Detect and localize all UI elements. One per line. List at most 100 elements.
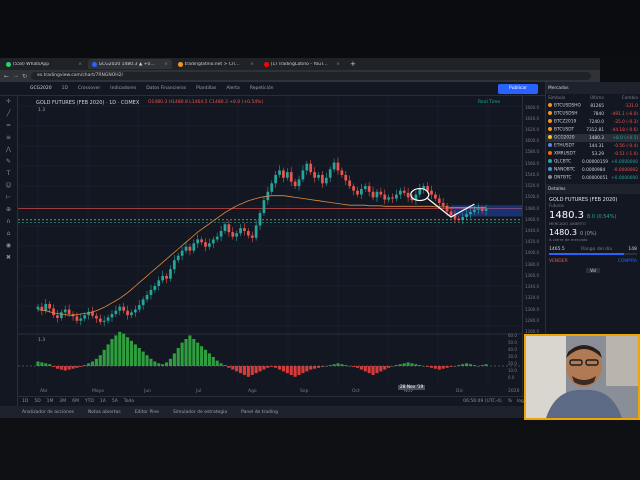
toolbar-item[interactable]: Datos Financieros xyxy=(146,86,186,91)
scale-option[interactable]: log xyxy=(517,399,524,404)
forward-icon[interactable]: → xyxy=(13,73,18,80)
range-button[interactable]: 1M xyxy=(47,399,54,404)
watchlist-row[interactable]: BTCUSDSHO 81265 -131.0 xyxy=(546,102,640,110)
watch-symbol-text: ETHUSDT xyxy=(554,143,575,149)
watch-symbol-text: BTCUSDSHO xyxy=(554,103,581,109)
panel-tab[interactable]: Analizador de acciones xyxy=(22,410,74,415)
range-button[interactable]: YTD xyxy=(85,399,94,404)
range-button[interactable]: 5A xyxy=(112,399,118,404)
pattern-icon[interactable]: ⋀ xyxy=(0,144,17,156)
symbol-logo-icon xyxy=(548,143,552,148)
volume-button[interactable]: Vol xyxy=(586,268,600,273)
watchlist-row[interactable]: BTCZ2019 7240.0 -25.0 (-0.3) xyxy=(546,118,640,126)
fib-icon[interactable]: ≡ xyxy=(0,132,17,144)
watchlist-row[interactable]: ETHUSDT 144.31 -0.56 (-0.4) xyxy=(546,142,640,150)
magnet-icon[interactable]: ∩ xyxy=(0,216,17,228)
price-tick-label: 1320.0 xyxy=(525,295,539,301)
text-icon[interactable]: T xyxy=(0,168,17,180)
range-button[interactable]: 6M xyxy=(72,399,79,404)
osc-bar xyxy=(71,366,75,369)
candle-body xyxy=(169,269,172,279)
close-icon[interactable]: × xyxy=(250,62,254,67)
candle-body xyxy=(434,194,437,199)
buy-label[interactable]: COMPRA xyxy=(618,259,637,264)
candle-body xyxy=(83,315,87,319)
watch-symbol: GCG2020 xyxy=(548,135,582,141)
eye-icon[interactable]: ◉ xyxy=(0,240,17,252)
watchlist-row[interactable]: QLCBTC 0.00000159 +0.0000000 xyxy=(546,158,640,166)
panel-tab[interactable]: Simulador de estrategia xyxy=(173,410,227,415)
trash-icon[interactable]: ✖ xyxy=(0,252,17,264)
price-chart[interactable]: Abr Mayo Jun Jul Ago Sep Oct Nov Dic 2020 GOLD FU… xyxy=(18,96,522,396)
reload-icon[interactable]: ↻ xyxy=(22,73,27,80)
close-icon[interactable]: × xyxy=(164,62,168,67)
range-button[interactable]: 1D xyxy=(22,399,28,404)
brush-icon[interactable]: ✎ xyxy=(0,156,17,168)
osc-bar xyxy=(461,364,465,366)
measure-icon[interactable]: ⊢ xyxy=(0,192,17,204)
publish-button[interactable]: Publicar xyxy=(498,84,538,94)
details-title[interactable]: Detalles xyxy=(548,187,566,192)
candle-body xyxy=(395,194,398,199)
price-tick-label: 1300.0 xyxy=(525,306,539,312)
zoom-icon[interactable]: ⊕ xyxy=(0,204,17,216)
sell-label[interactable]: VENDER xyxy=(549,259,568,264)
browser-tab[interactable]: GCG2020 1480.3 ▲ +0.54% (B) × xyxy=(88,59,172,69)
range-button[interactable]: 5D xyxy=(34,399,40,404)
watch-change: +8.0 (+0.5) xyxy=(612,135,638,141)
osc-bar xyxy=(102,349,106,366)
osc-bar xyxy=(285,366,289,374)
watchlist-row[interactable]: DNTBTC 0.00000051 +0.0000000 xyxy=(546,174,640,182)
crosshair-icon[interactable]: ✛ xyxy=(0,96,17,108)
new-tab-button[interactable]: + xyxy=(350,60,356,68)
col-last[interactable]: Último xyxy=(582,96,604,101)
osc-bar xyxy=(122,333,126,366)
panel-tab[interactable]: Editor Pine xyxy=(135,410,159,415)
close-icon[interactable]: × xyxy=(78,62,82,67)
col-change[interactable]: Cambio xyxy=(604,96,638,101)
range-button[interactable]: 3M xyxy=(59,399,66,404)
symbol-logo-icon xyxy=(548,175,552,180)
scale-option[interactable]: % xyxy=(508,399,512,404)
lock-icon[interactable]: ⌂ xyxy=(0,228,17,240)
tab-favicon-icon xyxy=(92,61,97,67)
browser-tab[interactable]: tradinglatino.net > Criptomonedas × xyxy=(174,59,258,69)
close-icon[interactable]: × xyxy=(336,62,340,67)
watchlist-row[interactable]: BTCUSDT 7312.81 -44.18 (-0.6) xyxy=(546,126,640,134)
toolbar-item[interactable]: Indicadores xyxy=(110,86,136,91)
price-tick-label: 1340.0 xyxy=(525,284,539,290)
col-symbol[interactable]: Símbolo xyxy=(548,96,582,101)
browser-tab[interactable]: (558) WhatsApp × xyxy=(2,59,86,69)
toolbar-item[interactable]: Alerta xyxy=(226,86,239,91)
toolbar-item[interactable]: Repetición xyxy=(250,86,274,91)
toolbar-item[interactable]: Crossover xyxy=(78,86,100,91)
chart-canvas[interactable]: Abr Mayo Jun Jul Ago Sep Oct Nov Dic 2020 xyxy=(18,96,522,396)
range-button[interactable]: 1A xyxy=(100,399,106,404)
watchlist-row[interactable]: XMRUSDT 53.29 -0.51 (-1.0) xyxy=(546,150,640,158)
price-tick-label: 1540.0 xyxy=(525,171,539,177)
symbol-search[interactable]: GCG2020 xyxy=(30,86,52,91)
osc-bar xyxy=(211,357,215,366)
watchlist-row[interactable]: NANOBTC 0.0000984 -0.0000002 xyxy=(546,166,640,174)
watchlist-row[interactable]: BTCUSDSH 7840 -491.1 (-6.0) xyxy=(546,110,640,118)
candle-body xyxy=(457,218,461,220)
url-input[interactable]: es.tradingview.com/chart/7RNGNOH2/ xyxy=(31,72,592,80)
candle-body xyxy=(321,174,324,184)
panel-tab[interactable]: Panel de trading xyxy=(241,410,278,415)
toolbar-item[interactable]: 1D xyxy=(62,86,68,91)
watchlist-row[interactable]: GCG2020 1480.3 +8.0 (+0.5) xyxy=(546,134,640,142)
range-button[interactable]: Todo xyxy=(124,399,134,404)
browser-tab[interactable]: (1) TradingLatino - YouTube × xyxy=(260,59,344,69)
price-tick-label: 1440.0 xyxy=(525,228,539,234)
trendline-icon[interactable]: ╱ xyxy=(0,108,17,120)
panel-tab[interactable]: Notas abiertas xyxy=(88,410,121,415)
candle-body xyxy=(219,231,223,237)
candle-body xyxy=(227,224,231,233)
osc-bar xyxy=(433,366,437,369)
toolbar-item[interactable]: Plantillas xyxy=(196,86,216,91)
back-icon[interactable]: ← xyxy=(4,73,9,80)
watchlist-title[interactable]: Mercados xyxy=(548,86,569,91)
osc-bar xyxy=(114,335,118,366)
horizontal-line-icon[interactable]: ═ xyxy=(0,120,17,132)
smile-icon[interactable]: ☺ xyxy=(0,180,17,192)
